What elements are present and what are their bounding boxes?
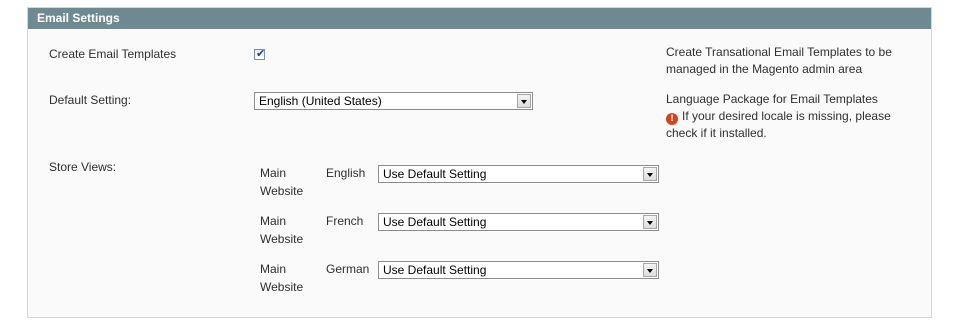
default-setting-value: English (United States) <box>259 94 382 108</box>
store-view-language: English <box>326 166 366 180</box>
store-view-language: German <box>326 262 370 276</box>
store-view-website: Main Website <box>260 166 304 198</box>
create-templates-checkbox[interactable]: ✔ <box>254 47 266 60</box>
chevron-down-icon[interactable] <box>517 94 531 108</box>
exclamation-icon: ! <box>666 113 678 125</box>
store-view-language: French <box>326 214 364 228</box>
chevron-down-icon[interactable] <box>643 215 657 229</box>
create-templates-note: Create Transational Email Templates to b… <box>666 45 892 76</box>
language-package-title: Language Package for Email Templates <box>666 92 878 106</box>
default-setting-select[interactable]: English (United States) <box>254 92 533 110</box>
chevron-down-icon[interactable] <box>643 263 657 277</box>
store-views-label: Store Views: <box>49 160 117 174</box>
section-title: Email Settings <box>28 8 931 29</box>
store-view-select-german[interactable]: Use Default Setting <box>378 261 659 279</box>
create-templates-label: Create Email Templates <box>49 47 177 61</box>
default-setting-label: Default Setting: <box>49 93 132 107</box>
chevron-down-icon[interactable] <box>643 167 657 181</box>
store-view-select-value: Use Default Setting <box>383 167 487 181</box>
email-settings-fieldset: Email Settings Create Email Templates ✔ … <box>27 7 932 318</box>
store-view-website: Main Website <box>260 262 304 294</box>
store-view-website: Main Website <box>260 214 304 246</box>
store-view-select-english[interactable]: Use Default Setting <box>378 165 659 183</box>
language-package-note: Language Package for Email Templates ! If… <box>666 91 916 142</box>
locale-warning: ! If your desired locale is missing, plea… <box>666 108 916 142</box>
locale-warning-text: If your desired locale is missing, pleas… <box>666 109 891 140</box>
store-view-select-french[interactable]: Use Default Setting <box>378 213 659 231</box>
checkmark-icon: ✔ <box>256 47 266 60</box>
store-view-select-value: Use Default Setting <box>383 263 487 277</box>
store-view-select-value: Use Default Setting <box>383 215 487 229</box>
